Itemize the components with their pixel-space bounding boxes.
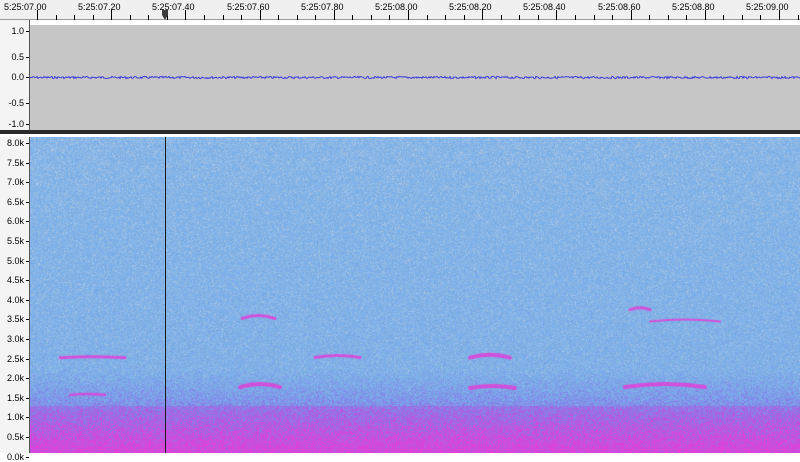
time-label: 5:25:09.00	[746, 2, 789, 12]
time-label: 5:25:07.40	[152, 2, 195, 12]
frequency-label: 2.5k	[6, 354, 24, 364]
frequency-tick	[26, 182, 29, 183]
frequency-label: 6.0k	[6, 216, 24, 226]
time-label: 5:25:08.60	[598, 2, 641, 12]
amplitude-label: -1.0	[8, 119, 24, 129]
waveform-amplitude-ruler: 1.0 0.5 0.0 -0.5 -1.0	[0, 20, 30, 132]
time-label: 5:25:08.40	[523, 2, 566, 12]
frequency-label: 8.0k	[6, 138, 24, 148]
time-label: 5:25:07.00	[4, 2, 47, 12]
amplitude-label: 1.0	[11, 26, 24, 36]
frequency-tick	[26, 261, 29, 262]
amplitude-label: 0.0	[11, 72, 24, 82]
frequency-tick	[26, 339, 29, 340]
amplitude-label: -0.5	[8, 98, 24, 108]
frequency-tick	[26, 221, 29, 222]
frequency-ruler: 8.0k 7.5k 7.0k 6.5k 6.0k 5.5k 5.0k 4.5k 4.0k 3.5k…	[0, 137, 30, 462]
frequency-label: 7.5k	[6, 158, 24, 168]
frequency-label: 5.0k	[6, 256, 24, 266]
frequency-tick	[26, 300, 29, 301]
frequency-tick	[26, 417, 29, 418]
frequency-tick	[26, 202, 29, 203]
playhead-marker-icon[interactable]	[162, 10, 168, 20]
spectrogram-display[interactable]	[30, 137, 800, 453]
frequency-tick	[26, 280, 29, 281]
frequency-label: 3.5k	[6, 314, 24, 324]
amplitude-label: 0.5	[11, 52, 24, 62]
frequency-label: 2.0k	[6, 373, 24, 383]
time-label: 5:25:07.20	[78, 2, 121, 12]
frequency-label: 1.0k	[6, 412, 24, 422]
waveform-display[interactable]	[29, 25, 800, 130]
amplitude-tick	[26, 31, 29, 32]
frequency-label: 0.0k	[6, 452, 24, 462]
time-label: 5:25:08.00	[375, 2, 418, 12]
frequency-tick	[26, 319, 29, 320]
frequency-label: 4.5k	[6, 275, 24, 285]
timeline-ruler[interactable]: 5:25:07.00 5:25:07.20 5:25:07.40 5:25:07.60…	[0, 0, 800, 20]
frequency-label: 7.0k	[6, 177, 24, 187]
spectrogram-track[interactable]: 8.0k 7.5k 7.0k 6.5k 6.0k 5.5k 5.0k 4.5k 4.0k 3.5k…	[0, 137, 800, 462]
frequency-label: 3.0k	[6, 334, 24, 344]
amplitude-tick	[26, 124, 29, 125]
spectrogram-canvas	[30, 137, 800, 453]
frequency-label: 5.5k	[6, 236, 24, 246]
time-label: 5:25:07.80	[301, 2, 344, 12]
time-label: 5:25:08.20	[449, 2, 492, 12]
frequency-label: 4.0k	[6, 295, 24, 305]
amplitude-tick	[26, 77, 29, 78]
amplitude-tick	[26, 103, 29, 104]
frequency-tick	[26, 163, 29, 164]
time-label: 5:25:08.80	[672, 2, 715, 12]
playhead-line[interactable]	[165, 137, 166, 453]
frequency-tick	[26, 359, 29, 360]
waveform-track[interactable]: 1.0 0.5 0.0 -0.5 -1.0	[0, 20, 800, 132]
frequency-tick	[26, 437, 29, 438]
amplitude-tick	[26, 57, 29, 58]
time-label: 5:25:07.60	[227, 2, 270, 12]
frequency-tick	[26, 398, 29, 399]
frequency-label: 1.5k	[6, 393, 24, 403]
frequency-tick	[26, 143, 29, 144]
frequency-tick	[26, 241, 29, 242]
waveform-graph	[29, 75, 800, 80]
waveform-line	[29, 75, 800, 80]
frequency-tick	[26, 378, 29, 379]
frequency-label: 6.5k	[6, 197, 24, 207]
frequency-label: 0.5k	[6, 432, 24, 442]
frequency-tick	[26, 457, 29, 458]
